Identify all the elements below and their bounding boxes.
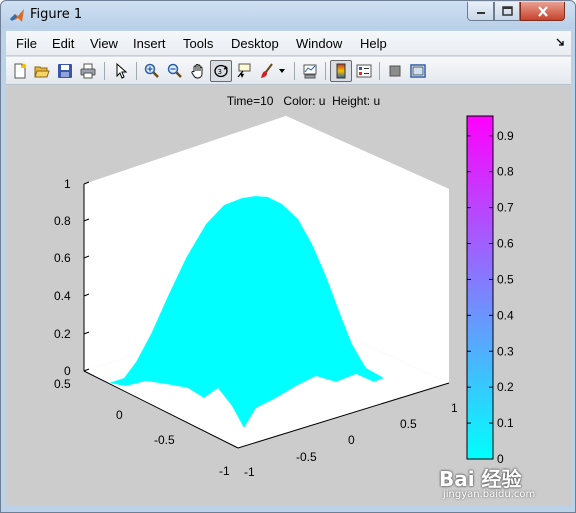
watermark-logo: Bai 经验 [439, 467, 522, 491]
figure-toolbar: 3 [6, 56, 571, 85]
save-button[interactable] [54, 60, 76, 82]
pan-hand-icon [191, 64, 203, 79]
show-plot-tools-button[interactable] [407, 60, 429, 82]
x-tick-label: 1 [451, 401, 458, 415]
new-figure-button[interactable] [9, 60, 31, 82]
menu-view[interactable]: View [90, 36, 118, 51]
svg-text:3: 3 [218, 68, 222, 76]
brush-menu-button[interactable] [276, 60, 288, 82]
x-tick-label: -0.5 [296, 450, 317, 464]
top-left-panel [84, 116, 449, 189]
pan-button[interactable] [187, 60, 209, 82]
toolbar-separator [294, 62, 295, 80]
colorbar-tick-label: 0.9 [497, 129, 514, 143]
toolbar-separator [325, 62, 326, 80]
toolbar-separator [379, 62, 380, 80]
minimize-icon [476, 12, 485, 14]
menu-insert[interactable]: Insert [133, 36, 166, 51]
insert-legend-icon [356, 64, 372, 78]
colorbar[interactable] [466, 115, 494, 460]
menu-bar: File Edit View Insert Tools Desktop Wind… [6, 31, 571, 55]
colorbar-tick-label: 0.8 [497, 165, 514, 179]
x-tick-label: -1 [244, 465, 255, 479]
menu-help[interactable]: Help [360, 36, 387, 51]
colorbar-tick-label: 0.2 [497, 380, 514, 394]
link-plot-button[interactable] [299, 60, 321, 82]
toolbar-separator [136, 62, 137, 80]
open-file-button[interactable] [31, 60, 53, 82]
figure-canvas[interactable]: Time=10 Color: u Height: u 0 0.2 0.4 0.6… [6, 86, 571, 506]
z-tick-label: 0 [64, 364, 71, 378]
colorbar-tick-label: 0.4 [497, 308, 514, 322]
y-tick-label: 0.5 [54, 377, 71, 391]
menu-edit[interactable]: Edit [52, 36, 74, 51]
y-tick-label: -1 [219, 464, 230, 478]
maximize-icon [501, 6, 513, 16]
menu-tools[interactable]: Tools [183, 36, 213, 51]
z-tick-label: 0.2 [54, 327, 71, 341]
insert-legend-button[interactable] [353, 60, 375, 82]
print-icon [80, 63, 96, 79]
rotate-3d-icon: 3 [214, 64, 229, 78]
hide-plot-tools-icon [389, 65, 401, 77]
close-button[interactable] [520, 2, 565, 21]
z-tick-label: 1 [64, 177, 71, 191]
x-tick-label: 0.5 [400, 417, 417, 431]
brush-menu-arrow-icon [279, 69, 285, 73]
title-bar[interactable]: Figure 1 [1, 1, 575, 29]
colorbar-tick-label: 0.6 [497, 237, 514, 251]
figure-window: Figure 1 File Edit View Insert Tools Des… [0, 0, 576, 513]
z-tick-label: 0.8 [54, 214, 71, 228]
edit-plot-arrow-icon [116, 63, 128, 79]
minimize-button[interactable] [467, 2, 494, 21]
new-figure-icon [14, 63, 27, 79]
surface-plot[interactable]: 0 0.2 0.4 0.6 0.8 1 0.5 0 -0.5 -1 -1 -0.… [6, 86, 571, 506]
z-tick-label: 0.4 [54, 289, 71, 303]
zoom-in-icon [144, 63, 159, 78]
zoom-out-icon [167, 63, 182, 78]
hide-plot-tools-button[interactable] [384, 60, 406, 82]
brush-button[interactable] [256, 60, 278, 82]
insert-colorbar-button[interactable] [330, 60, 352, 82]
print-button[interactable] [77, 60, 99, 82]
save-icon [58, 64, 72, 78]
x-tick-label: 0 [348, 433, 355, 447]
brush-icon [261, 63, 273, 78]
matlab-logo-icon [10, 9, 24, 22]
colorbar-tick-label: 0.5 [497, 272, 514, 286]
zoom-out-button[interactable] [164, 60, 186, 82]
menu-window[interactable]: Window [296, 36, 342, 51]
maximize-button[interactable] [494, 2, 520, 21]
insert-colorbar-icon [336, 63, 346, 79]
dock-arrow-icon[interactable] [555, 37, 565, 47]
open-file-icon [34, 66, 50, 78]
colorbar-tick-label: 0.7 [497, 201, 514, 215]
watermark-url: jingyan.baidu.com [443, 489, 536, 500]
rotate-3d-button[interactable]: 3 [210, 60, 232, 82]
data-cursor-button[interactable] [233, 60, 255, 82]
data-cursor-icon [237, 63, 251, 78]
window-title: Figure 1 [30, 7, 83, 22]
z-tick-label: 0.6 [54, 251, 71, 265]
y-tick-label: 0 [116, 408, 123, 422]
toolbar-separator [104, 62, 105, 80]
show-plot-tools-icon [410, 64, 426, 78]
link-plot-icon [303, 64, 317, 79]
zoom-in-button[interactable] [141, 60, 163, 82]
colorbar-tick-label: 0.1 [497, 416, 514, 430]
watermark: Bai 经验 jingyan.baidu.com [439, 461, 569, 511]
edit-plot-button[interactable] [110, 60, 132, 82]
menu-desktop[interactable]: Desktop [231, 36, 279, 51]
menu-file[interactable]: File [16, 36, 37, 51]
close-icon [537, 5, 548, 17]
y-tick-label: -0.5 [154, 433, 175, 447]
colorbar-tick-label: 0.3 [497, 344, 514, 358]
